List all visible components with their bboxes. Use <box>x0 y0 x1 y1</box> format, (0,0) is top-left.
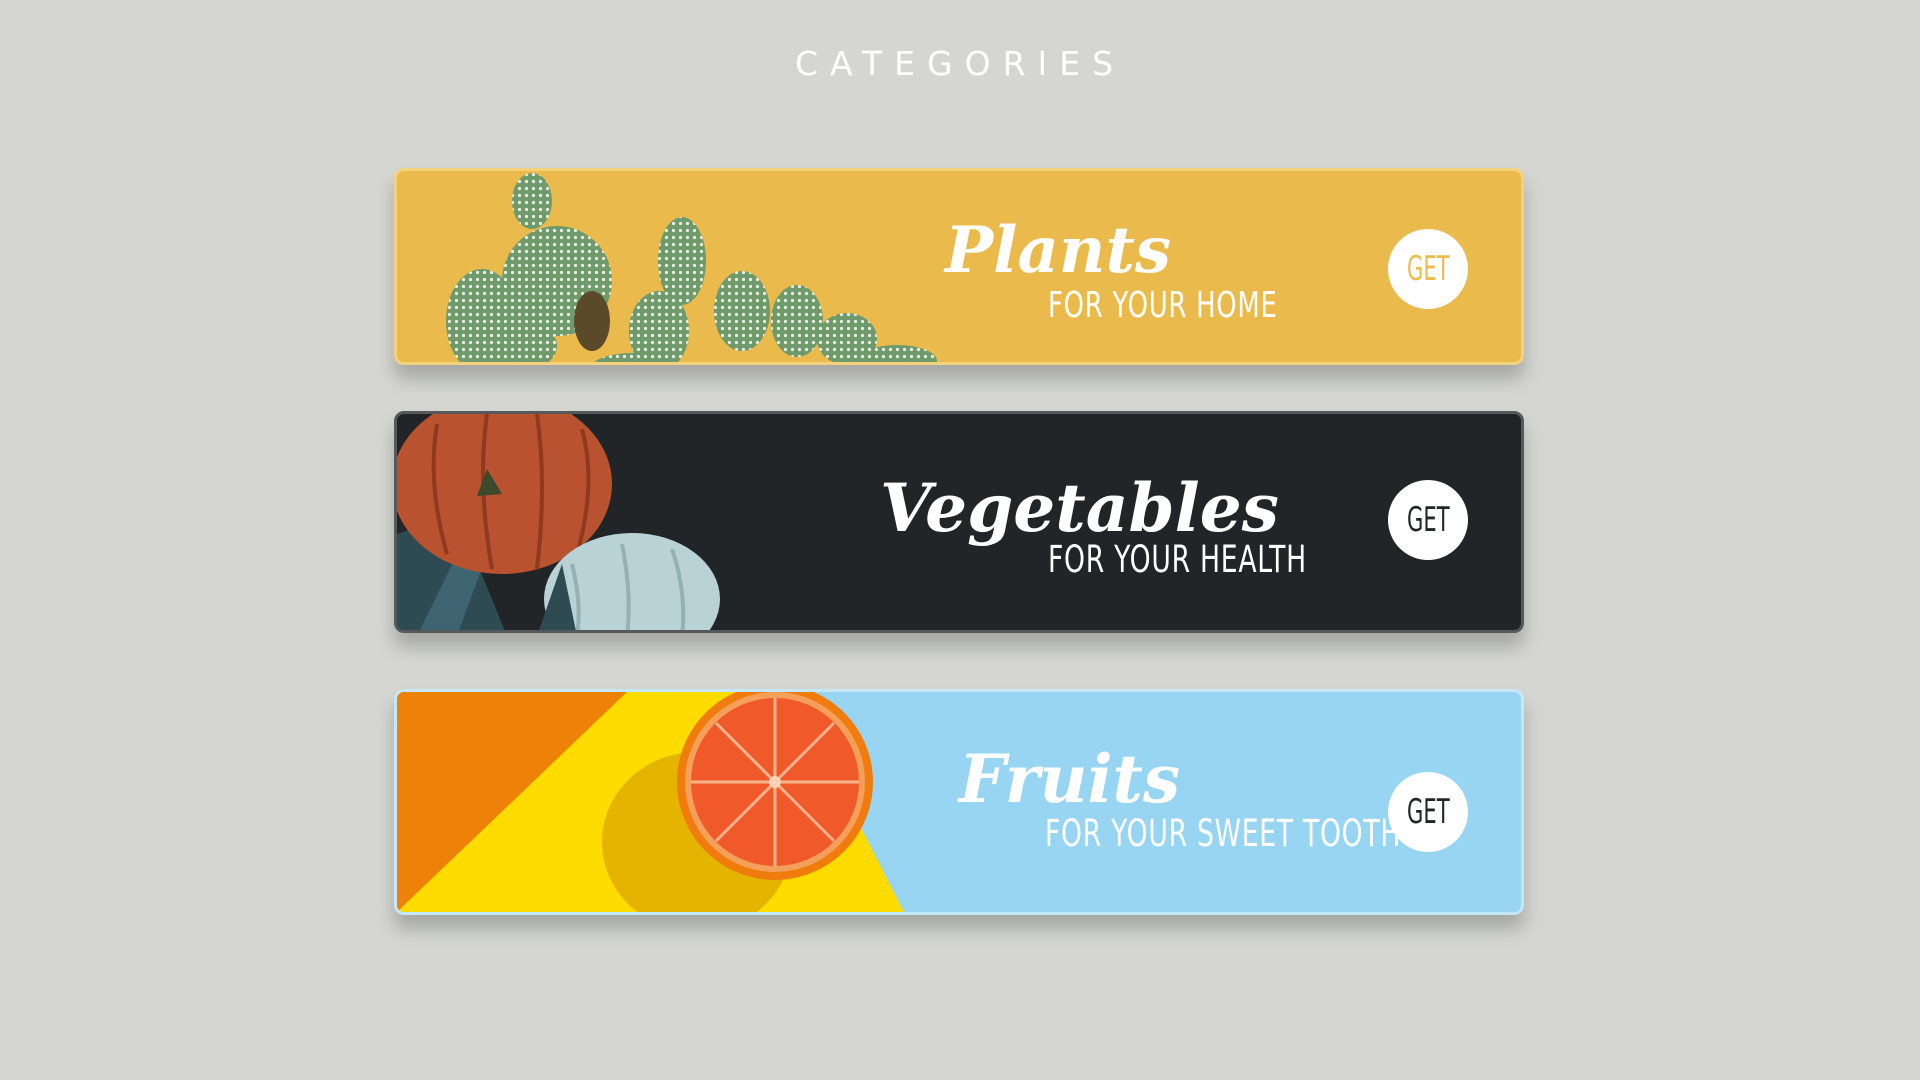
pumpkin-image <box>397 414 720 630</box>
category-title: Plants <box>945 213 1172 288</box>
category-banner-fruits[interactable]: Fruits FOR YOUR SWEET TOOTH GET <box>394 689 1524 915</box>
orange-image <box>397 692 904 912</box>
cactus-image <box>446 173 937 362</box>
get-button-plants[interactable]: GET <box>1388 229 1468 309</box>
category-title: Vegetables <box>880 469 1279 547</box>
category-banner-plants[interactable]: Plants FOR YOUR HOME GET <box>394 168 1524 365</box>
page-title: CATEGORIES <box>794 44 1126 83</box>
category-subtitle: FOR YOUR HOME <box>1048 285 1278 326</box>
category-subtitle: FOR YOUR HEALTH <box>1048 538 1307 581</box>
category-subtitle: FOR YOUR SWEET TOOTH <box>1045 812 1402 855</box>
get-button-vegetables[interactable]: GET <box>1388 480 1468 560</box>
get-button-fruits[interactable]: GET <box>1388 772 1468 852</box>
category-banner-vegetables[interactable]: Vegetables FOR YOUR HEALTH GET <box>394 411 1524 633</box>
category-title: Fruits <box>959 740 1181 818</box>
